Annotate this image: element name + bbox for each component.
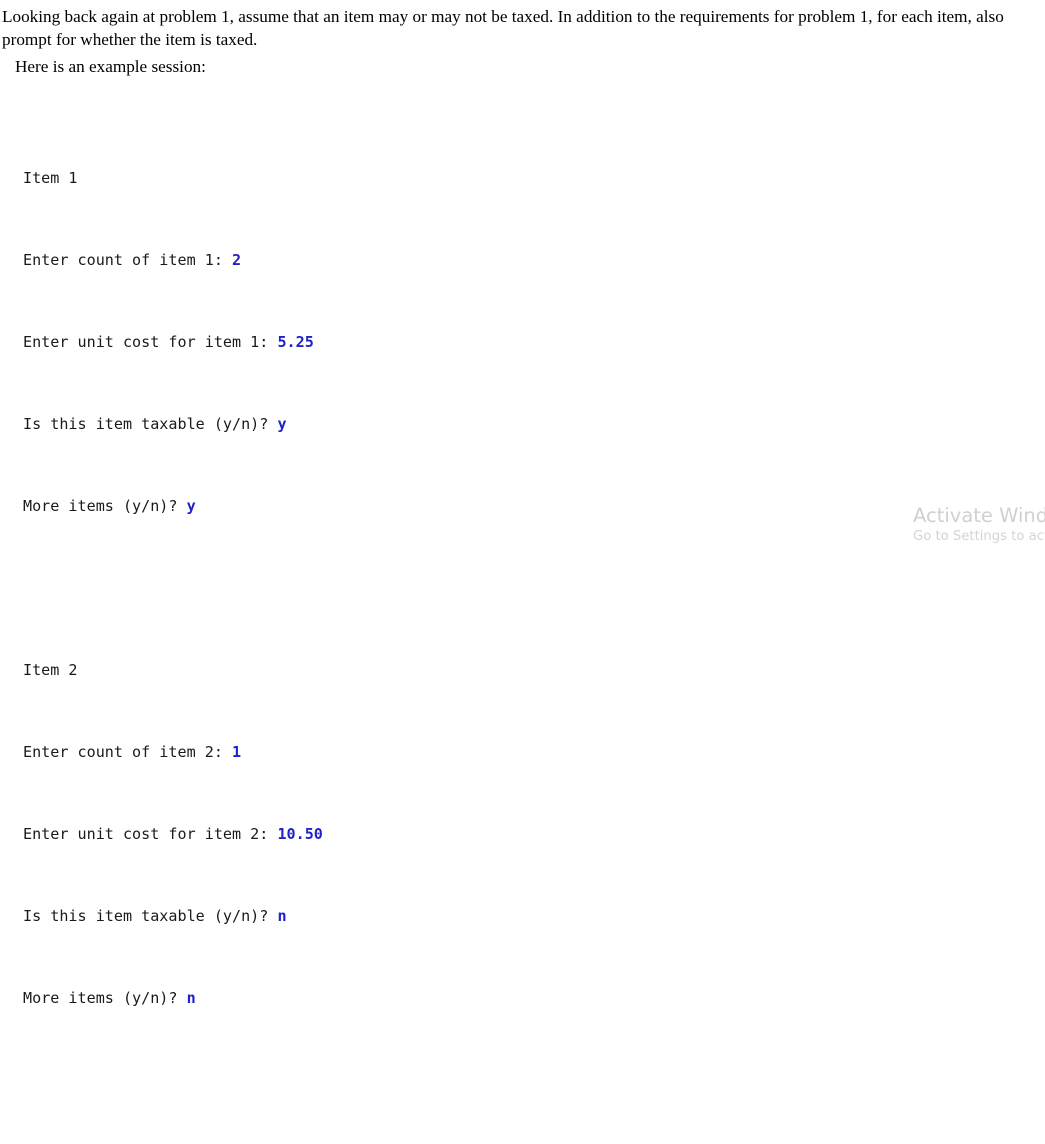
session-line: Enter unit cost for item 1: 5.25 <box>23 329 323 356</box>
session-line: Enter unit cost for item 2: 10.50 <box>23 821 323 848</box>
session-line: Is this item taxable (y/n)? y <box>23 411 323 438</box>
session-line-input: y <box>277 414 287 433</box>
session-line-input: n <box>186 989 196 1007</box>
session-line-prompt: More items (y/n)? <box>23 989 187 1007</box>
session-line-prompt: Item 2 <box>23 660 78 679</box>
problem-statement: Looking back again at problem 1, assume … <box>2 5 1045 79</box>
session-line: Item 2 <box>23 657 323 684</box>
example-session-lead: Here is an example session: <box>15 57 206 77</box>
session-line-prompt: Enter unit cost for item 2: <box>23 824 278 843</box>
session-line-input: 1 <box>232 742 242 761</box>
session-line: More items (y/n)? y <box>23 493 323 520</box>
session-line-input: y <box>186 496 196 515</box>
session-line-input: 10.50 <box>277 824 323 843</box>
session-line: Is this item taxable (y/n)? n <box>23 903 323 930</box>
session-line-blank <box>23 1067 323 1094</box>
session-line-blank <box>23 575 323 602</box>
session-line-prompt: Is this item taxable (y/n)? <box>23 414 278 433</box>
watermark-subtitle: Go to Settings to activate Windows. <box>913 529 1045 544</box>
watermark-title: Activate Windows <box>913 504 1045 527</box>
page-root: { "document": { "intro_paragraph": "Look… <box>0 0 1045 1007</box>
session-line-input: n <box>277 906 287 925</box>
session-line-prompt: Item 1 <box>23 168 78 187</box>
session-line-input: 2 <box>232 250 242 269</box>
session-line-prompt: Is this item taxable (y/n)? <box>23 906 278 925</box>
windows-activation-watermark: Activate Windows Go to Settings to activ… <box>913 503 1045 546</box>
session-line: Enter count of item 2: 1 <box>23 739 323 766</box>
session-line-input: 5.25 <box>277 332 314 351</box>
session-line-prompt: Enter count of item 2: <box>23 742 233 761</box>
session-line-prompt: Enter count of item 1: <box>23 250 233 269</box>
session-line: Item 1 <box>23 165 323 192</box>
session-line-prompt: More items (y/n)? <box>23 496 187 515</box>
intro-paragraph: Looking back again at problem 1, assume … <box>2 7 1004 50</box>
session-line: Enter count of item 1: 2 <box>23 247 323 274</box>
session-line-prompt: Enter unit cost for item 1: <box>23 332 278 351</box>
example-session-transcript: Item 1 Enter count of item 1: 2 Enter un… <box>23 110 323 1144</box>
session-line: More items (y/n)? n <box>23 985 323 1012</box>
